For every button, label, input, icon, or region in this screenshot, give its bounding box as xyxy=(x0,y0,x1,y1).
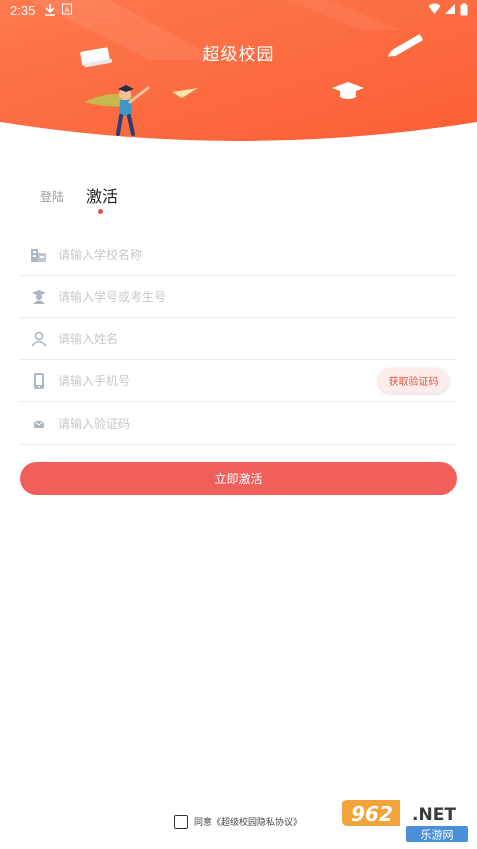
phone-input[interactable] xyxy=(58,368,358,394)
watermark-suffix: .NET xyxy=(412,805,456,825)
agreement-checkbox[interactable] xyxy=(174,815,188,829)
code-input[interactable] xyxy=(58,411,358,437)
name-input[interactable] xyxy=(58,326,358,352)
download-icon xyxy=(44,3,56,20)
code-row xyxy=(20,403,457,445)
school-row xyxy=(20,234,457,276)
phone-row: 获取验证码 xyxy=(20,360,457,402)
mail-icon xyxy=(30,416,48,432)
active-tab-indicator xyxy=(98,209,103,214)
watermark-number: 962 xyxy=(351,802,393,826)
svg-text:A: A xyxy=(65,6,70,14)
get-code-button[interactable]: 获取验证码 xyxy=(378,368,449,393)
status-time: 2:35 xyxy=(10,3,36,18)
watermark-subtitle: 乐游网 xyxy=(421,829,454,842)
phone-icon xyxy=(30,373,48,389)
header-banner: 2:35 A 超级校园 xyxy=(0,0,477,150)
student-id-input[interactable] xyxy=(58,284,358,310)
name-row xyxy=(20,318,457,360)
activate-button[interactable]: 立即激活 xyxy=(20,462,457,495)
school-input[interactable] xyxy=(58,242,358,268)
app-title: 超级校园 xyxy=(202,45,275,65)
agreement-text[interactable]: 同意《超级校园隐私协议》 xyxy=(194,815,302,828)
header-background xyxy=(0,0,477,141)
student-id-row xyxy=(20,276,457,318)
person-icon xyxy=(30,331,48,347)
battery-icon xyxy=(460,3,468,19)
graduate-icon xyxy=(30,289,48,305)
tab-login[interactable]: 登陆 xyxy=(40,188,64,205)
wifi-icon xyxy=(428,3,441,18)
a-badge-icon: A xyxy=(62,3,72,18)
tab-activate[interactable]: 激活 xyxy=(86,183,118,207)
status-bar: 2:35 A xyxy=(0,0,477,22)
building-icon xyxy=(30,247,48,263)
watermark-logo: 962 .NET 乐游网 xyxy=(340,800,472,844)
signal-icon xyxy=(444,3,456,18)
